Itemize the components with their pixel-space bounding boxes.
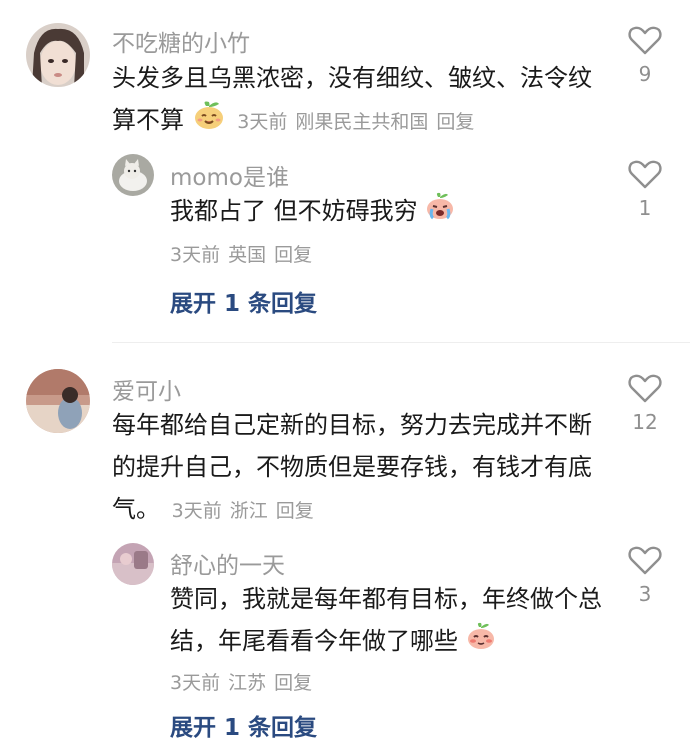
reply-body: 赞同，我就是每年都有目标，年终做个总结，年尾看看今年做了哪些 [170,578,610,663]
user-avatar-icon [112,543,154,585]
reply-location: 江苏 [228,672,267,694]
reply-meta: 3天前 英国 回复 [170,240,320,267]
comment-username[interactable]: 爱可小 [112,372,181,406]
avatar[interactable] [26,369,90,433]
reply-button[interactable]: 回复 [276,500,314,522]
reply-time: 3天前 [170,672,221,694]
like-count: 12 [632,410,658,434]
cat-avatar-icon [112,154,154,196]
comment-body: 头发多且乌黑浓密，没有细纹、皱纹、法令纹算不算 3天前 刚果民主共和国 回复 [112,57,602,143]
avatar[interactable] [26,23,90,87]
peach-cry-emoji-icon [425,191,455,233]
reply-username[interactable]: 舒心的一天 [170,546,285,580]
reply-text: 我都占了 但不妨碍我穷 [170,197,418,225]
comment-username[interactable]: 不吃糖的小竹 [112,24,250,58]
user-avatar-icon [26,369,90,433]
peach-blush-emoji-icon [466,621,496,663]
divider [112,342,690,343]
avatar[interactable] [112,154,154,196]
like-count: 9 [638,62,652,86]
like-button[interactable]: 1 [620,160,670,220]
comment-body: 每年都给自己定新的目标，努力去完成并不断的提升自己，不物质但是要存钱，有钱才有底… [112,404,602,532]
heart-icon [628,26,662,55]
comment-meta: 3天前 刚果民主共和国 回复 [237,111,474,133]
heart-icon [628,374,662,403]
expand-replies-button[interactable]: 展开 1 条回复 [170,284,317,318]
reply-username[interactable]: momo是谁 [170,158,289,192]
comment-time: 3天前 [237,111,288,133]
expand-replies-button[interactable]: 展开 1 条回复 [170,708,317,742]
user-avatar-icon [26,23,90,87]
peach-smile-emoji-icon [192,100,226,143]
reply-meta: 3天前 江苏 回复 [170,668,320,695]
like-count: 1 [638,196,652,220]
comment-time: 3天前 [171,500,222,522]
reply-body: 我都占了 但不妨碍我穷 [170,190,610,233]
reply-button[interactable]: 回复 [274,672,312,694]
heart-icon [628,546,662,575]
comment-location: 刚果民主共和国 [295,111,429,133]
like-button[interactable]: 3 [620,546,670,606]
like-count: 3 [638,582,652,606]
like-button[interactable]: 9 [620,26,670,86]
heart-icon [628,160,662,189]
reply-location: 英国 [228,244,267,266]
reply-time: 3天前 [170,244,221,266]
comment-location: 浙江 [229,500,268,522]
reply-button[interactable]: 回复 [436,111,474,133]
like-button[interactable]: 12 [620,374,670,434]
comment-meta: 3天前 浙江 回复 [172,500,314,522]
avatar[interactable] [112,543,154,585]
reply-text: 赞同，我就是每年都有目标，年终做个总结，年尾看看今年做了哪些 [170,585,602,655]
reply-button[interactable]: 回复 [274,244,312,266]
